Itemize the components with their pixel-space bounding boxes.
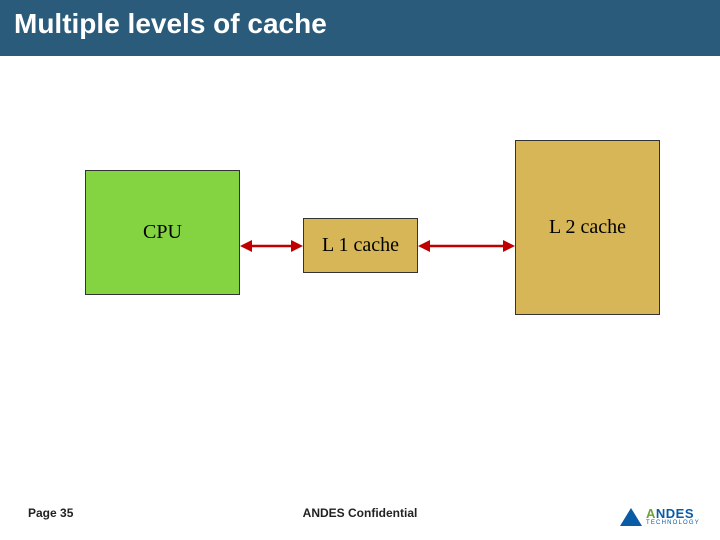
l1-label: L 1 cache	[322, 234, 399, 257]
logo-subtext: TECHNOLOGY	[646, 520, 700, 526]
cpu-box: CPU	[85, 170, 240, 295]
cpu-label: CPU	[143, 221, 182, 244]
logo-text: ANDES TECHNOLOGY	[646, 507, 700, 526]
l1-cache-box: L 1 cache	[303, 218, 418, 273]
title-bar: Multiple levels of cache	[0, 0, 720, 56]
confidential-text: ANDES Confidential	[303, 506, 418, 520]
logo-letter-green: A	[646, 506, 656, 521]
slide-title: Multiple levels of cache	[14, 8, 327, 40]
arrow-l1-l2	[418, 236, 515, 256]
l2-label: L 2 cache	[549, 216, 626, 239]
logo-triangle-icon	[620, 508, 642, 526]
brand-logo: ANDES TECHNOLOGY	[620, 507, 700, 526]
logo-letters-blue: NDES	[656, 506, 694, 521]
arrow-cpu-l1	[240, 236, 303, 256]
l2-cache-box: L 2 cache	[515, 140, 660, 315]
page-number: Page 35	[28, 506, 73, 520]
